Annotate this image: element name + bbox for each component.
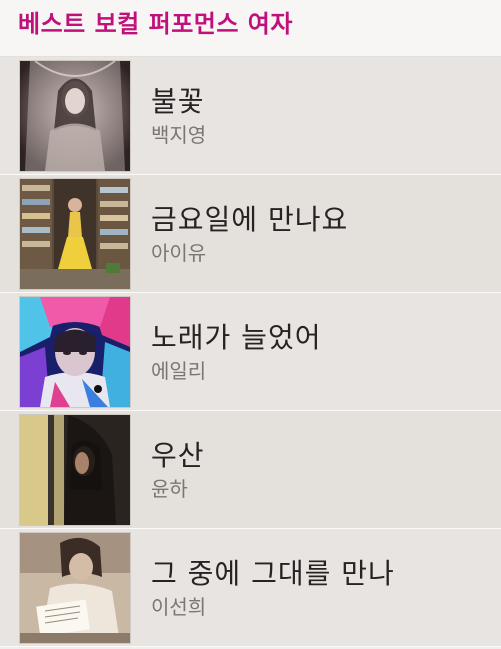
album-cover-bookshelf-yellow-dress [19,177,131,290]
song-row[interactable]: 금요일에 만나요 아이유 [0,175,501,293]
song-row[interactable]: 우산 윤하 [0,411,501,529]
song-title: 금요일에 만나요 [151,202,349,236]
song-title: 그 중에 그대를 만나 [151,556,395,590]
album-cover-sepia-reading [19,531,131,644]
screen: 베스트 보컬 퍼포먼스 여자 불꽃 백지영 금요일에 만나요 아이유 노래가 늘… [0,0,501,649]
song-row[interactable]: 불꽃 백지영 [0,57,501,175]
song-artist: 에일리 [151,358,207,383]
song-artist: 이선희 [151,594,207,619]
song-artist: 백지영 [151,122,207,147]
album-cover-dark-window-portrait [19,413,131,526]
song-text: 노래가 늘었어 에일리 [151,320,321,384]
album-cover-veil-portrait [19,59,131,172]
song-text: 그 중에 그대를 만나 이선희 [151,556,395,620]
category-header: 베스트 보컬 퍼포먼스 여자 [0,0,501,57]
category-title: 베스트 보컬 퍼포먼스 여자 [18,9,293,38]
song-title: 노래가 늘었어 [151,320,322,354]
song-text: 우산 윤하 [151,438,205,502]
song-text: 불꽃 백지영 [151,84,206,148]
album-cover-colorful-fur [19,295,131,408]
song-row[interactable]: 그 중에 그대를 만나 이선희 [0,529,501,647]
song-row[interactable]: 노래가 늘었어 에일리 [0,293,501,411]
song-artist: 윤하 [151,476,188,501]
song-text: 금요일에 만나요 아이유 [151,202,348,266]
song-artist: 아이유 [151,240,207,265]
song-title: 불꽃 [151,84,205,118]
song-list[interactable]: 불꽃 백지영 금요일에 만나요 아이유 노래가 늘었어 에일리 우산 윤하 그 … [0,57,501,647]
song-title: 우산 [151,438,205,472]
